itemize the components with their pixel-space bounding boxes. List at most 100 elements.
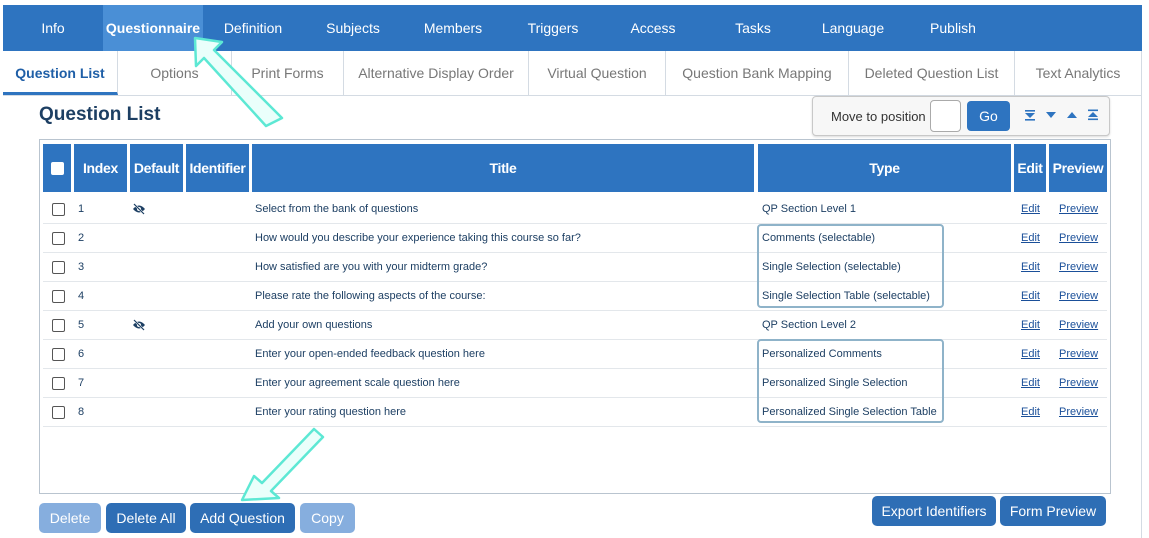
- edit-link[interactable]: Edit: [1021, 224, 1040, 252]
- add-question-button[interactable]: Add Question: [190, 503, 295, 533]
- export-identifiers-button[interactable]: Export Identifiers: [872, 496, 996, 526]
- table-header: Index Default Identifier Title Type Edit…: [43, 144, 1107, 192]
- preview-header: Preview: [1049, 144, 1107, 192]
- row-type: QP Section Level 2: [762, 319, 856, 331]
- row-checkbox[interactable]: [52, 290, 65, 303]
- row-index: 6: [78, 348, 85, 360]
- table-row: 8 Enter your rating question here Personal…: [43, 398, 1107, 427]
- select-all-header[interactable]: [43, 144, 71, 192]
- row-title: Enter your open-ended feedback question …: [255, 348, 485, 360]
- subtab-question-bank-mapping[interactable]: Question Bank Mapping: [666, 51, 849, 95]
- row-checkbox[interactable]: [52, 203, 65, 216]
- identifier-header: Identifier: [186, 144, 249, 192]
- row-type: QP Section Level 1: [762, 203, 856, 215]
- subtab-virtual-question[interactable]: Virtual Question: [529, 51, 666, 95]
- preview-link[interactable]: Preview: [1059, 224, 1098, 252]
- title-header: Title: [252, 144, 754, 192]
- preview-link[interactable]: Preview: [1059, 195, 1098, 223]
- default-header: Default: [130, 144, 183, 192]
- nav-tab-info[interactable]: Info: [3, 5, 103, 51]
- nav-tab-language[interactable]: Language: [803, 5, 903, 51]
- row-index: 1: [78, 203, 85, 215]
- table-row: 5 Add your own questions QP Section Level …: [43, 311, 1107, 340]
- row-checkbox[interactable]: [52, 319, 65, 332]
- copy-button[interactable]: Copy: [300, 503, 355, 533]
- subtab-question-list[interactable]: Question List: [3, 51, 118, 95]
- preview-link[interactable]: Preview: [1059, 398, 1098, 426]
- row-title: Please rate the following aspects of the…: [255, 290, 486, 302]
- form-preview-button[interactable]: Form Preview: [1000, 496, 1106, 526]
- edit-link[interactable]: Edit: [1021, 253, 1040, 281]
- edit-header: Edit: [1014, 144, 1046, 192]
- nav-tab-definition[interactable]: Definition: [203, 5, 303, 51]
- top-navigation: Info Questionnaire Definition Subjects Membe…: [3, 5, 1142, 51]
- preview-link[interactable]: Preview: [1059, 340, 1098, 368]
- question-grid: Index Default Identifier Title Type Edit…: [39, 139, 1111, 494]
- subtab-deleted-question-list[interactable]: Deleted Question List: [849, 51, 1015, 95]
- preview-link[interactable]: Preview: [1059, 282, 1098, 310]
- type-highlight-box-selectable: [757, 224, 944, 308]
- delete-button[interactable]: Delete: [39, 503, 101, 533]
- row-title: How satisfied are you with your midterm …: [255, 261, 488, 273]
- table-row: 6 Enter your open-ended feedback question…: [43, 340, 1107, 369]
- table-row: 7 Enter your agreement scale question her…: [43, 369, 1107, 398]
- select-all-checkbox[interactable]: [50, 161, 64, 175]
- nav-tab-triggers[interactable]: Triggers: [503, 5, 603, 51]
- subtab-print-forms[interactable]: Print Forms: [232, 51, 344, 95]
- row-title: Add your own questions: [255, 319, 373, 331]
- subtab-alternative-display-order[interactable]: Alternative Display Order: [344, 51, 529, 95]
- move-to-top-icon[interactable]: [1086, 108, 1100, 122]
- nav-tab-subjects[interactable]: Subjects: [303, 5, 403, 51]
- edit-link[interactable]: Edit: [1021, 398, 1040, 426]
- delete-all-button[interactable]: Delete All: [106, 503, 186, 533]
- type-header: Type: [758, 144, 1011, 192]
- row-title: Enter your rating question here: [255, 406, 407, 418]
- table-row: 2 How would you describe your experience …: [43, 224, 1107, 253]
- eye-slash-icon: [133, 319, 145, 331]
- frame-border: [1141, 96, 1142, 538]
- edit-link[interactable]: Edit: [1021, 369, 1040, 397]
- row-checkbox[interactable]: [52, 261, 65, 274]
- row-index: 5: [78, 319, 85, 331]
- nav-tab-questionnaire[interactable]: Questionnaire: [103, 5, 203, 51]
- position-input[interactable]: [930, 100, 961, 132]
- nav-tab-members[interactable]: Members: [403, 5, 503, 51]
- row-index: 7: [78, 377, 85, 389]
- preview-link[interactable]: Preview: [1059, 253, 1098, 281]
- row-index: 3: [78, 261, 85, 273]
- move-down-icon[interactable]: [1044, 108, 1058, 122]
- nav-tab-access[interactable]: Access: [603, 5, 703, 51]
- row-title: Select from the bank of questions: [255, 203, 419, 215]
- table-row: 4 Please rate the following aspects of th…: [43, 282, 1107, 311]
- move-to-position-label: Move to position: [831, 109, 926, 124]
- preview-link[interactable]: Preview: [1059, 369, 1098, 397]
- subtab-text-analytics[interactable]: Text Analytics: [1015, 51, 1142, 95]
- edit-link[interactable]: Edit: [1021, 340, 1040, 368]
- subtab-options[interactable]: Options: [118, 51, 232, 95]
- row-title: How would you describe your experience t…: [255, 232, 581, 244]
- nav-tab-tasks[interactable]: Tasks: [703, 5, 803, 51]
- edit-link[interactable]: Edit: [1021, 311, 1040, 339]
- table-row: 1 Select from the bank of questions QP Sec…: [43, 195, 1107, 224]
- go-button[interactable]: Go: [967, 101, 1010, 131]
- row-index: 2: [78, 232, 85, 244]
- edit-link[interactable]: Edit: [1021, 282, 1040, 310]
- move-to-position-panel: Move to position Go: [812, 96, 1110, 136]
- row-checkbox[interactable]: [52, 232, 65, 245]
- row-checkbox[interactable]: [52, 377, 65, 390]
- move-to-bottom-icon[interactable]: [1023, 108, 1037, 122]
- nav-tab-publish[interactable]: Publish: [903, 5, 1003, 51]
- page-title: Question List: [39, 104, 161, 125]
- sub-tabs: Question List Options Print Forms Alternati…: [3, 51, 1142, 96]
- type-highlight-box-personalized: [757, 339, 944, 423]
- row-index: 4: [78, 290, 85, 302]
- move-up-icon[interactable]: [1065, 108, 1079, 122]
- row-index: 8: [78, 406, 85, 418]
- edit-link[interactable]: Edit: [1021, 195, 1040, 223]
- eye-slash-icon: [133, 203, 145, 215]
- row-checkbox[interactable]: [52, 348, 65, 361]
- table-row: 3 How satisfied are you with your midterm…: [43, 253, 1107, 282]
- preview-link[interactable]: Preview: [1059, 311, 1098, 339]
- row-checkbox[interactable]: [52, 406, 65, 419]
- row-title: Enter your agreement scale question here: [255, 377, 460, 389]
